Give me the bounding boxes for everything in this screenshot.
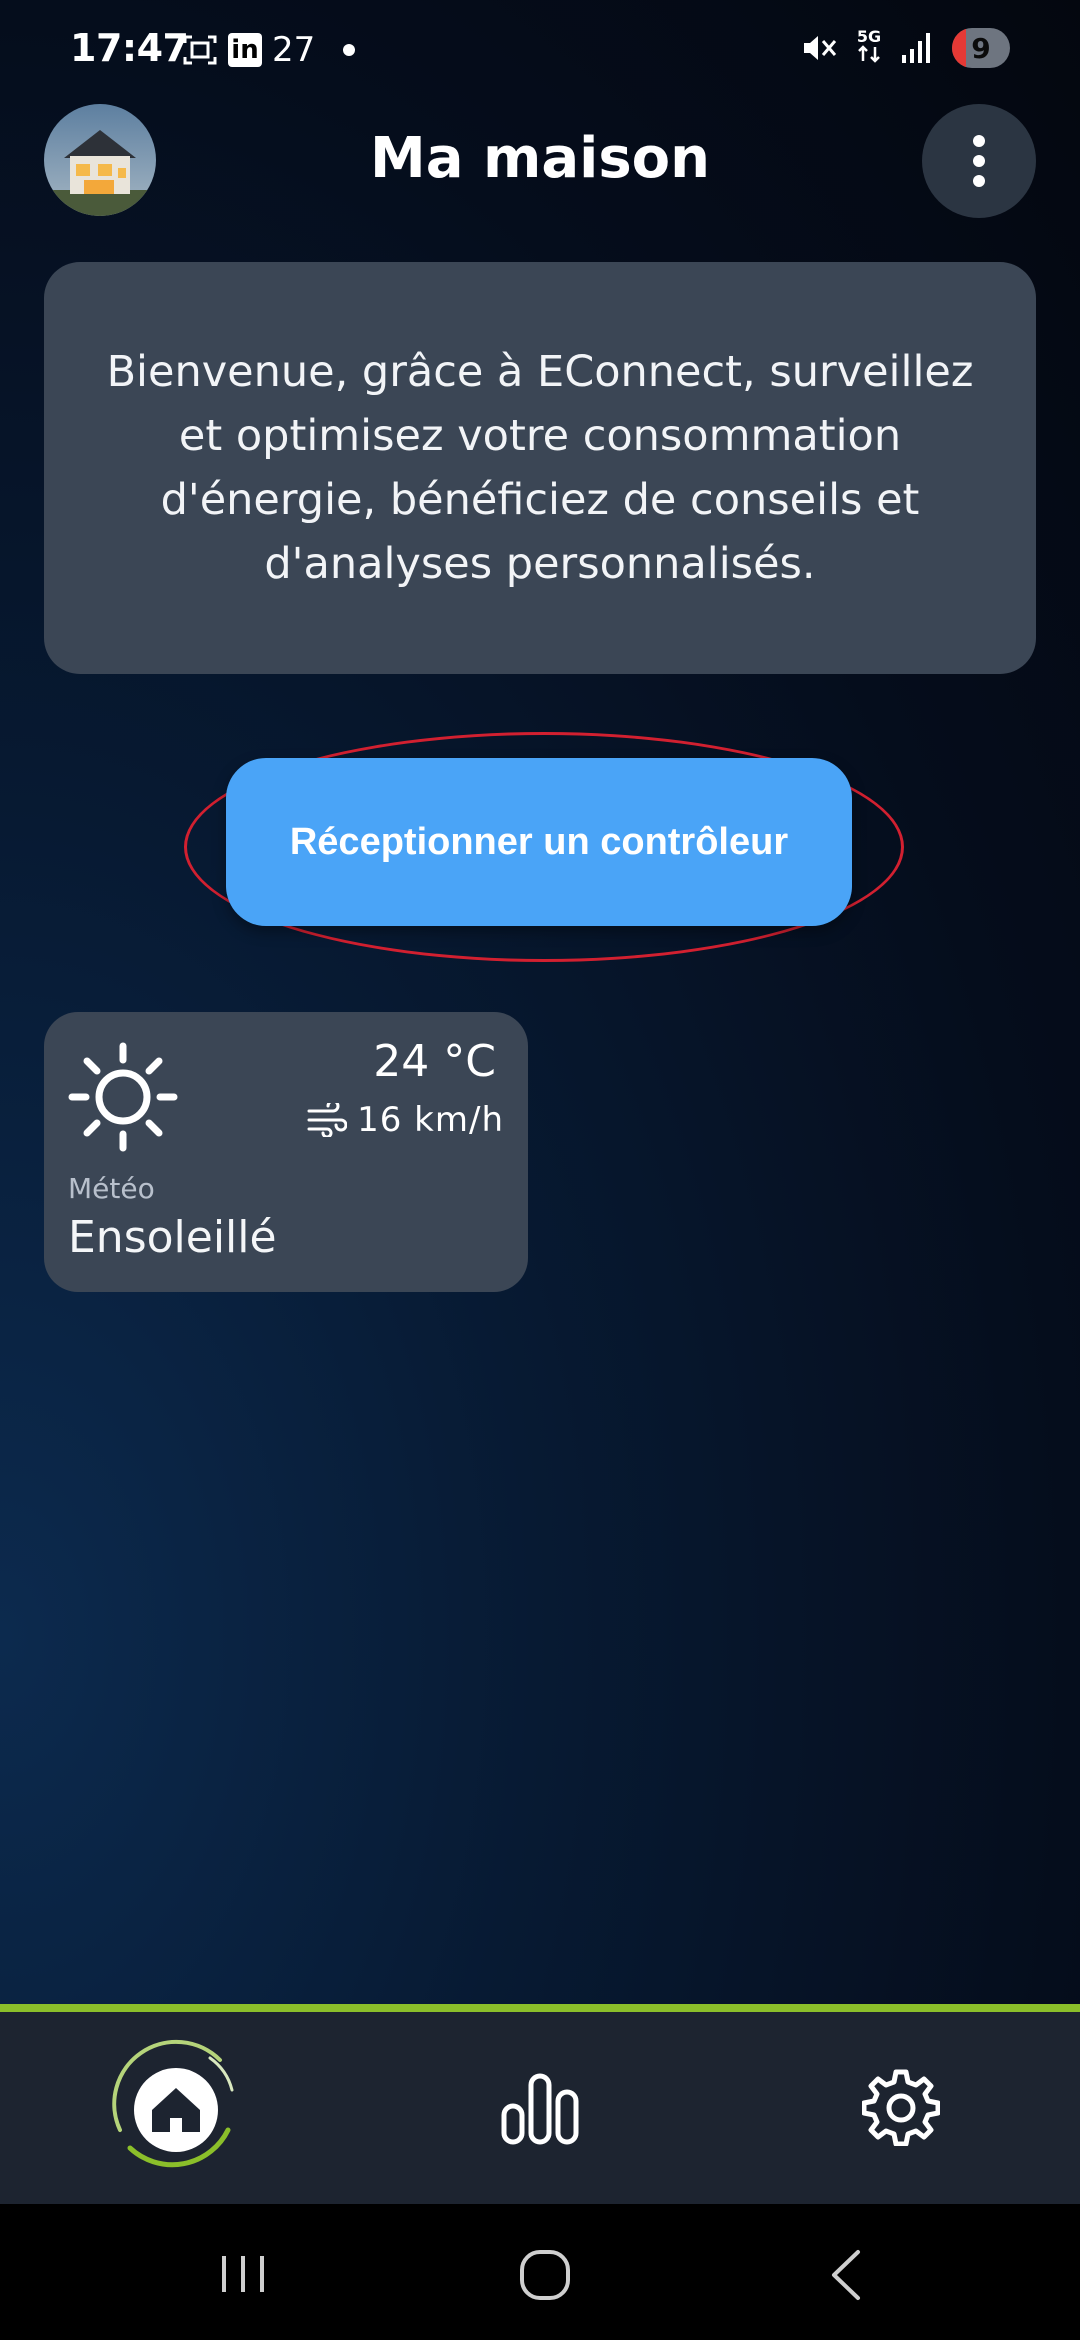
- linkedin-icon: in: [228, 33, 262, 67]
- notification-dot: [343, 44, 356, 56]
- signal-icon: [902, 33, 930, 63]
- weather-label: Météo: [68, 1172, 155, 1205]
- screenshot-icon: [183, 35, 217, 65]
- status-temperature: 27: [272, 30, 316, 70]
- nav-home[interactable]: [100, 2030, 250, 2180]
- receive-controller-button[interactable]: Réceptionner un contrôleur: [226, 758, 852, 926]
- welcome-card: Bienvenue, grâce à EConnect, surveillez …: [44, 262, 1036, 674]
- battery-indicator: 9: [952, 28, 1010, 68]
- wind-speed-row: 16 km/h: [307, 1100, 504, 1140]
- status-right-icons: 5G 9: [800, 28, 1010, 68]
- bottom-nav-accent-bar: [0, 2004, 1080, 2012]
- sun-icon: [68, 1042, 178, 1152]
- weather-condition: Ensoleillé: [68, 1212, 277, 1263]
- weather-temperature: 24 °C: [373, 1036, 496, 1087]
- recents-icon[interactable]: [218, 2252, 268, 2296]
- network-5g-icon: 5G: [856, 29, 882, 67]
- more-options-button[interactable]: [922, 104, 1036, 218]
- back-icon[interactable]: [826, 2248, 866, 2302]
- vibrate-mute-icon: [804, 36, 837, 60]
- more-vertical-icon: [973, 135, 985, 187]
- notification-icons: in 27: [182, 30, 356, 70]
- bar-chart-icon[interactable]: [500, 2072, 580, 2146]
- wind-speed: 16 km/h: [357, 1100, 504, 1140]
- page-title: Ma maison: [369, 126, 711, 191]
- welcome-text: Bienvenue, grâce à EConnect, surveillez …: [106, 347, 974, 589]
- gear-icon[interactable]: [862, 2068, 940, 2146]
- status-time: 17:47: [70, 26, 189, 70]
- home-outline-icon[interactable]: [518, 2248, 572, 2302]
- wind-icon: [307, 1103, 348, 1137]
